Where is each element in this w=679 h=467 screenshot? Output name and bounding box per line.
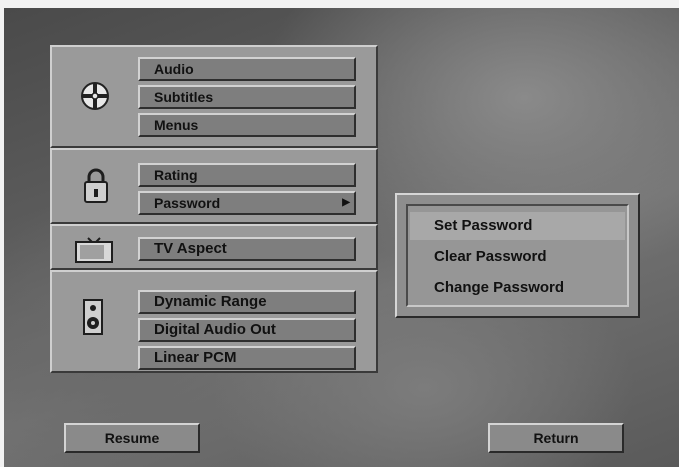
password-submenu: Set Password Clear Password Change Passw… bbox=[395, 193, 640, 318]
menu-item-subtitles[interactable]: Subtitles bbox=[138, 85, 356, 109]
menu-item-dynamic-range[interactable]: Dynamic Range bbox=[138, 290, 356, 314]
menu-item-password[interactable]: Password ▶ bbox=[138, 191, 356, 215]
resume-button[interactable]: Resume bbox=[64, 423, 200, 453]
return-button[interactable]: Return bbox=[488, 423, 624, 453]
menu-item-linear-pcm[interactable]: Linear PCM bbox=[138, 346, 356, 370]
menu-item-digital-audio-out[interactable]: Digital Audio Out bbox=[138, 318, 356, 342]
disc-icon bbox=[81, 82, 109, 110]
menu-item-rating[interactable]: Rating bbox=[138, 163, 356, 187]
tv-group-panel: TV Aspect bbox=[50, 224, 378, 270]
tv-icon bbox=[75, 237, 113, 263]
dvd-setup-screen: Audio Subtitles Menus Rating Password ▶ T… bbox=[4, 8, 679, 467]
disc-group-panel: Audio Subtitles Menus bbox=[50, 45, 378, 148]
lock-group-panel: Rating Password ▶ bbox=[50, 148, 378, 224]
password-submenu-list: Set Password Clear Password Change Passw… bbox=[406, 204, 629, 307]
speaker-group-panel: Dynamic Range Digital Audio Out Linear P… bbox=[50, 270, 378, 373]
lock-icon bbox=[84, 168, 108, 203]
speaker-icon bbox=[83, 299, 103, 335]
menu-item-audio[interactable]: Audio bbox=[138, 57, 356, 81]
submenu-item-change-password[interactable]: Change Password bbox=[410, 274, 625, 302]
menu-item-menus[interactable]: Menus bbox=[138, 113, 356, 137]
submenu-item-set-password[interactable]: Set Password bbox=[410, 212, 625, 240]
submenu-item-clear-password[interactable]: Clear Password bbox=[410, 243, 625, 271]
submenu-arrow-icon: ▶ bbox=[342, 197, 350, 208]
menu-item-tv-aspect[interactable]: TV Aspect bbox=[138, 237, 356, 261]
